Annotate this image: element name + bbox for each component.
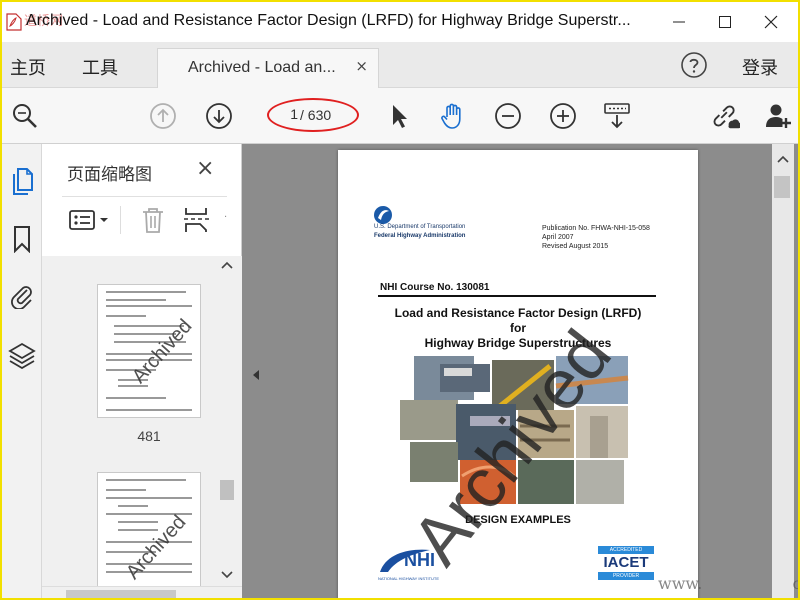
zoom-in-icon xyxy=(550,103,576,129)
share-link-button[interactable] xyxy=(710,101,740,131)
scroll-up-icon[interactable] xyxy=(221,260,233,270)
corner-site-watermark: www.xxxxxxxxxxom xyxy=(658,574,798,593)
menu-bar: 主页 工具 Archived - Load an... × 登录 xyxy=(2,42,798,88)
menu-tools[interactable]: 工具 xyxy=(82,54,118,80)
thumbnail-page-482[interactable]: Archived xyxy=(97,472,201,586)
document-view[interactable]: U.S. Department of Transportation Federa… xyxy=(242,144,798,598)
hand-tool-button[interactable] xyxy=(438,101,468,131)
course-number: NHI Course No. 130081 xyxy=(380,282,490,293)
pdf-page: U.S. Department of Transportation Federa… xyxy=(338,150,698,598)
add-user-button[interactable] xyxy=(764,101,794,131)
layers-icon xyxy=(8,342,36,369)
page-down-icon xyxy=(206,103,232,129)
help-icon[interactable] xyxy=(680,51,708,79)
app-window: 道桥网 Archived - Load and Resistance Facto… xyxy=(0,0,800,600)
toolbar-separator xyxy=(120,206,121,234)
panel-divider xyxy=(62,196,227,197)
agency-department: U.S. Department of Transportation xyxy=(374,224,466,230)
tab-close-icon[interactable]: × xyxy=(355,57,368,75)
login-link[interactable]: 登录 xyxy=(742,54,778,80)
left-tool-rail xyxy=(2,144,42,598)
page-thumbnails-button[interactable] xyxy=(8,166,36,196)
document-scrollbar[interactable] xyxy=(772,144,794,598)
maximize-button[interactable] xyxy=(702,6,748,38)
search-zoom-button[interactable] xyxy=(10,101,40,131)
thumbnail-page-number: 481 xyxy=(137,428,161,444)
window-title: Archived - Load and Resistance Factor De… xyxy=(26,12,631,29)
usdot-logo xyxy=(374,206,392,224)
hand-tool-icon xyxy=(441,103,461,129)
zoom-in-button[interactable] xyxy=(548,101,578,131)
zoom-out-button[interactable] xyxy=(493,101,523,131)
minimize-icon xyxy=(673,21,685,23)
pdf-app-icon xyxy=(6,13,22,31)
share-link-icon xyxy=(713,105,740,129)
doc-scroll-thumb[interactable] xyxy=(774,176,790,198)
horizontal-scroll-thumb[interactable] xyxy=(66,590,176,598)
tab-label: Archived - Load an... xyxy=(188,59,336,76)
title-line-3: Highway Bridge Superstructures xyxy=(424,336,612,350)
delete-page-icon[interactable] xyxy=(140,206,166,234)
close-icon xyxy=(764,15,778,29)
title-line-1: Load and Resistance Factor Design (LRFD) xyxy=(394,306,642,320)
next-page-button[interactable] xyxy=(204,101,234,131)
zoom-out-icon xyxy=(495,103,521,129)
thumbnail-scrollbar[interactable] xyxy=(218,256,236,586)
course-rule xyxy=(378,295,656,297)
thumbnail-scroll-thumb[interactable] xyxy=(220,480,234,500)
maximize-icon xyxy=(719,16,731,28)
pages-icon xyxy=(13,168,33,195)
publication-info: Publication No. FHWA-NHI-15-058 April 20… xyxy=(542,224,650,251)
split-pages-icon[interactable] xyxy=(182,206,212,234)
revised-date: Revised August 2015 xyxy=(542,243,609,250)
add-user-icon xyxy=(766,104,791,128)
corner-watermark-end: om xyxy=(793,574,798,593)
title-line-2: for xyxy=(510,321,526,335)
minimize-button[interactable] xyxy=(656,6,702,38)
publication-date: April 2007 xyxy=(542,234,574,241)
nhi-subtext: NATIONAL HIGHWAY INSTITUTE xyxy=(378,576,440,581)
agency-fhwa: Federal Highway Administration xyxy=(374,233,466,239)
scroll-mode-button[interactable] xyxy=(602,101,632,131)
iacet-badge: ACCREDITED IACET PROVIDER xyxy=(598,546,654,580)
document-title: Load and Resistance Factor Design (LRFD)… xyxy=(368,306,668,351)
thumbnail-page-481[interactable]: Archived xyxy=(97,284,201,418)
design-examples-heading: DESIGN EXAMPLES xyxy=(465,514,571,526)
collapse-panel-icon[interactable] xyxy=(250,369,262,381)
panel-close-icon[interactable]: × xyxy=(196,156,214,181)
toolbar: 1 / 630 xyxy=(2,88,798,144)
thumbnails-panel: 页面缩略图 × · Archived 481 Archived xyxy=(42,144,242,598)
attachments-button[interactable] xyxy=(8,280,36,310)
more-tools-dot-icon[interactable]: · xyxy=(224,212,227,223)
page-up-icon xyxy=(150,103,176,129)
select-cursor-icon xyxy=(393,105,407,128)
publication-number: Publication No. FHWA-NHI-15-058 xyxy=(542,225,650,232)
previous-page-button[interactable] xyxy=(148,101,178,131)
scroll-down-icon[interactable] xyxy=(221,570,233,580)
panel-toolbar: · xyxy=(64,204,234,236)
doc-scroll-up-icon[interactable] xyxy=(777,154,789,164)
attachment-icon xyxy=(11,286,32,309)
title-bar: 道桥网 Archived - Load and Resistance Facto… xyxy=(2,2,798,42)
iacet-text: IACET xyxy=(603,554,649,571)
thumbnail-horizontal-scrollbar[interactable] xyxy=(42,586,242,598)
search-zoom-icon xyxy=(13,104,37,128)
keyboard-scroll-icon xyxy=(604,103,630,129)
close-window-button[interactable] xyxy=(748,6,794,38)
layers-button[interactable] xyxy=(8,340,36,370)
bookmark-icon xyxy=(14,226,30,253)
thumbnail-list: Archived 481 Archived xyxy=(42,256,242,586)
menu-home[interactable]: 主页 xyxy=(10,54,46,80)
red-annotation-ellipse xyxy=(267,98,359,132)
corner-watermark-start: www. xyxy=(658,574,703,593)
document-tab[interactable]: Archived - Load an... × xyxy=(157,48,379,88)
select-tool-button[interactable] xyxy=(384,101,414,131)
iacet-top-band: ACCREDITED xyxy=(598,546,654,554)
iacet-bottom-band: PROVIDER xyxy=(598,572,654,580)
thumbnail-options-icon[interactable] xyxy=(68,208,112,232)
bookmarks-button[interactable] xyxy=(8,224,36,254)
panel-title: 页面缩略图 xyxy=(67,165,152,185)
